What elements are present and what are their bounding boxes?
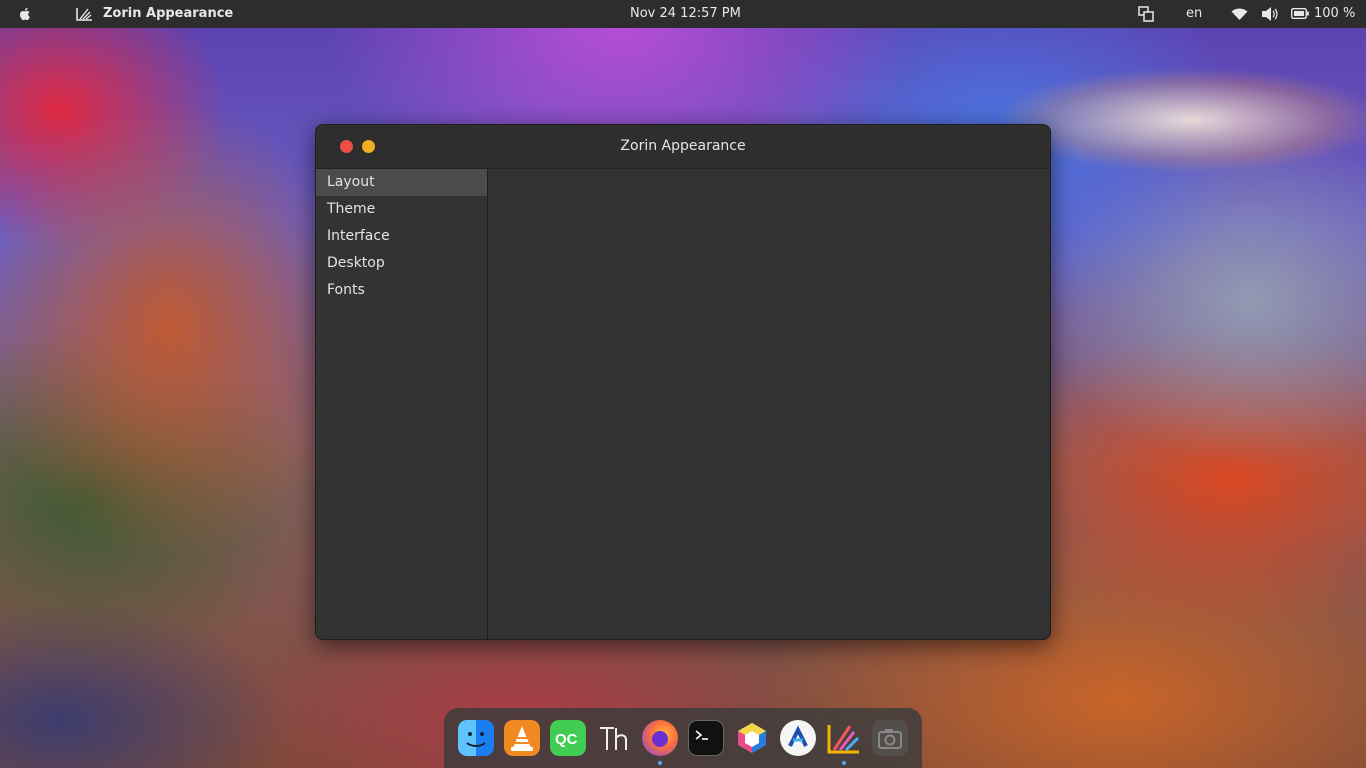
sidebar-item-interface[interactable]: Interface <box>316 223 487 250</box>
firefox-icon[interactable] <box>642 720 678 756</box>
sidebar-item-desktop[interactable]: Desktop <box>316 250 487 277</box>
sidebar: Layout Theme Interface Desktop Fonts <box>316 169 488 639</box>
window-title: Zorin Appearance <box>620 138 746 154</box>
sidebar-item-fonts[interactable]: Fonts <box>316 277 487 304</box>
volume-icon[interactable] <box>1261 6 1279 22</box>
vlc-icon[interactable] <box>504 720 540 756</box>
clock[interactable]: Nov 24 12:57 PM <box>630 6 741 21</box>
screenshot-icon[interactable] <box>872 720 908 756</box>
sidebar-item-layout[interactable]: Layout <box>316 169 487 196</box>
zorin-appearance-window: Zorin Appearance Layout Theme Interface … <box>315 124 1051 640</box>
sidebar-item-theme[interactable]: Theme <box>316 196 487 223</box>
workspace-icon[interactable] <box>1138 6 1154 22</box>
terminal-icon[interactable] <box>688 720 724 756</box>
wifi-icon[interactable] <box>1231 7 1248 21</box>
font-viewer-icon[interactable] <box>596 720 632 756</box>
qt-creator-icon[interactable]: QC <box>550 720 586 756</box>
zorin-logo-icon <box>76 8 92 21</box>
zorin-appearance-icon[interactable] <box>826 720 862 756</box>
virtualbox-icon[interactable] <box>734 720 770 756</box>
apple-icon[interactable] <box>17 6 33 22</box>
content-panel <box>488 169 1050 639</box>
web-browser-icon[interactable] <box>780 720 816 756</box>
running-indicator <box>842 761 846 765</box>
finder-icon[interactable] <box>458 720 494 756</box>
svg-text:QC: QC <box>555 731 578 748</box>
language-indicator[interactable]: en <box>1186 6 1202 21</box>
active-app-name[interactable]: Zorin Appearance <box>103 6 233 21</box>
window-titlebar[interactable]: Zorin Appearance <box>316 125 1050 169</box>
dock: QC <box>444 708 922 768</box>
top-bar: Zorin Appearance Nov 24 12:57 PM en 100 … <box>0 0 1366 28</box>
battery-percentage[interactable]: 100 % <box>1314 6 1355 21</box>
running-indicator <box>658 761 662 765</box>
battery-icon[interactable] <box>1291 8 1309 19</box>
